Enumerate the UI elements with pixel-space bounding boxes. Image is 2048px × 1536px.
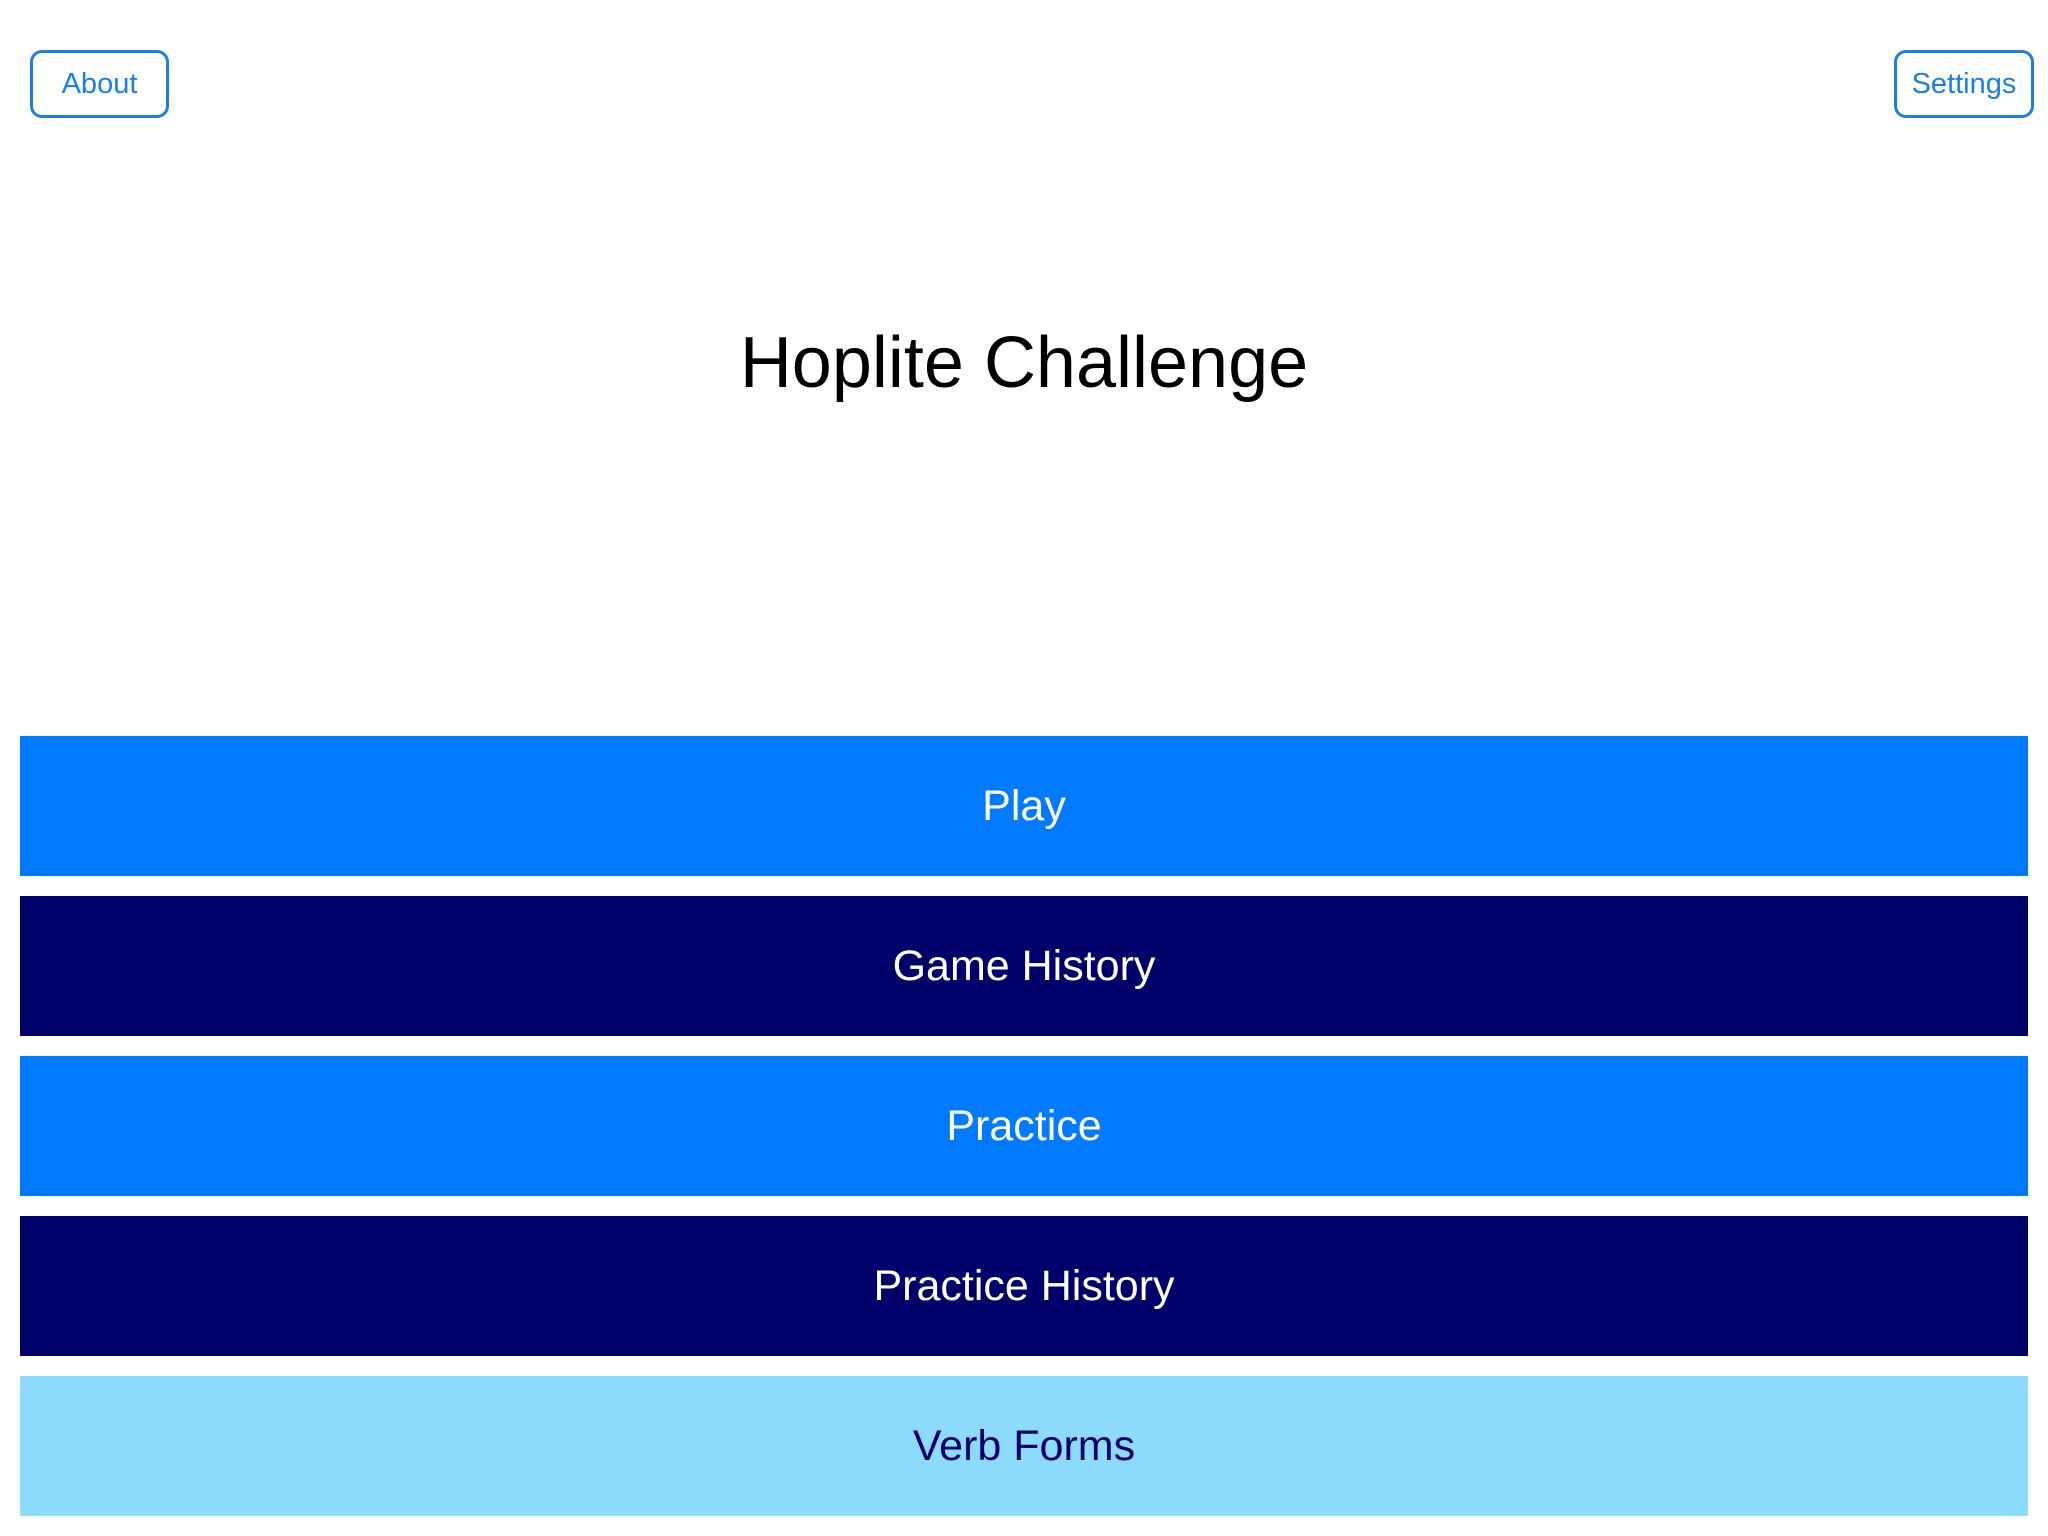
verb-forms-button[interactable]: Verb Forms: [20, 1376, 2028, 1516]
game-history-button[interactable]: Game History: [20, 896, 2028, 1036]
practice-button[interactable]: Practice: [20, 1056, 2028, 1196]
practice-history-button-label: Practice History: [873, 1261, 1175, 1310]
play-button-label: Play: [982, 781, 1066, 830]
settings-button[interactable]: Settings: [1894, 50, 2034, 118]
game-history-button-label: Game History: [892, 941, 1156, 990]
main-menu: Play Game History Practice Practice Hist…: [20, 736, 2028, 1516]
app-title: Hoplite Challenge: [739, 323, 1309, 403]
practice-button-label: Practice: [946, 1101, 1102, 1150]
verb-forms-button-label: Verb Forms: [912, 1421, 1136, 1470]
play-button[interactable]: Play: [20, 736, 2028, 876]
main-menu-screen: About Settings Hoplite Challenge Play Ga…: [0, 0, 2048, 1536]
about-button[interactable]: About: [30, 50, 169, 118]
practice-history-button[interactable]: Practice History: [20, 1216, 2028, 1356]
